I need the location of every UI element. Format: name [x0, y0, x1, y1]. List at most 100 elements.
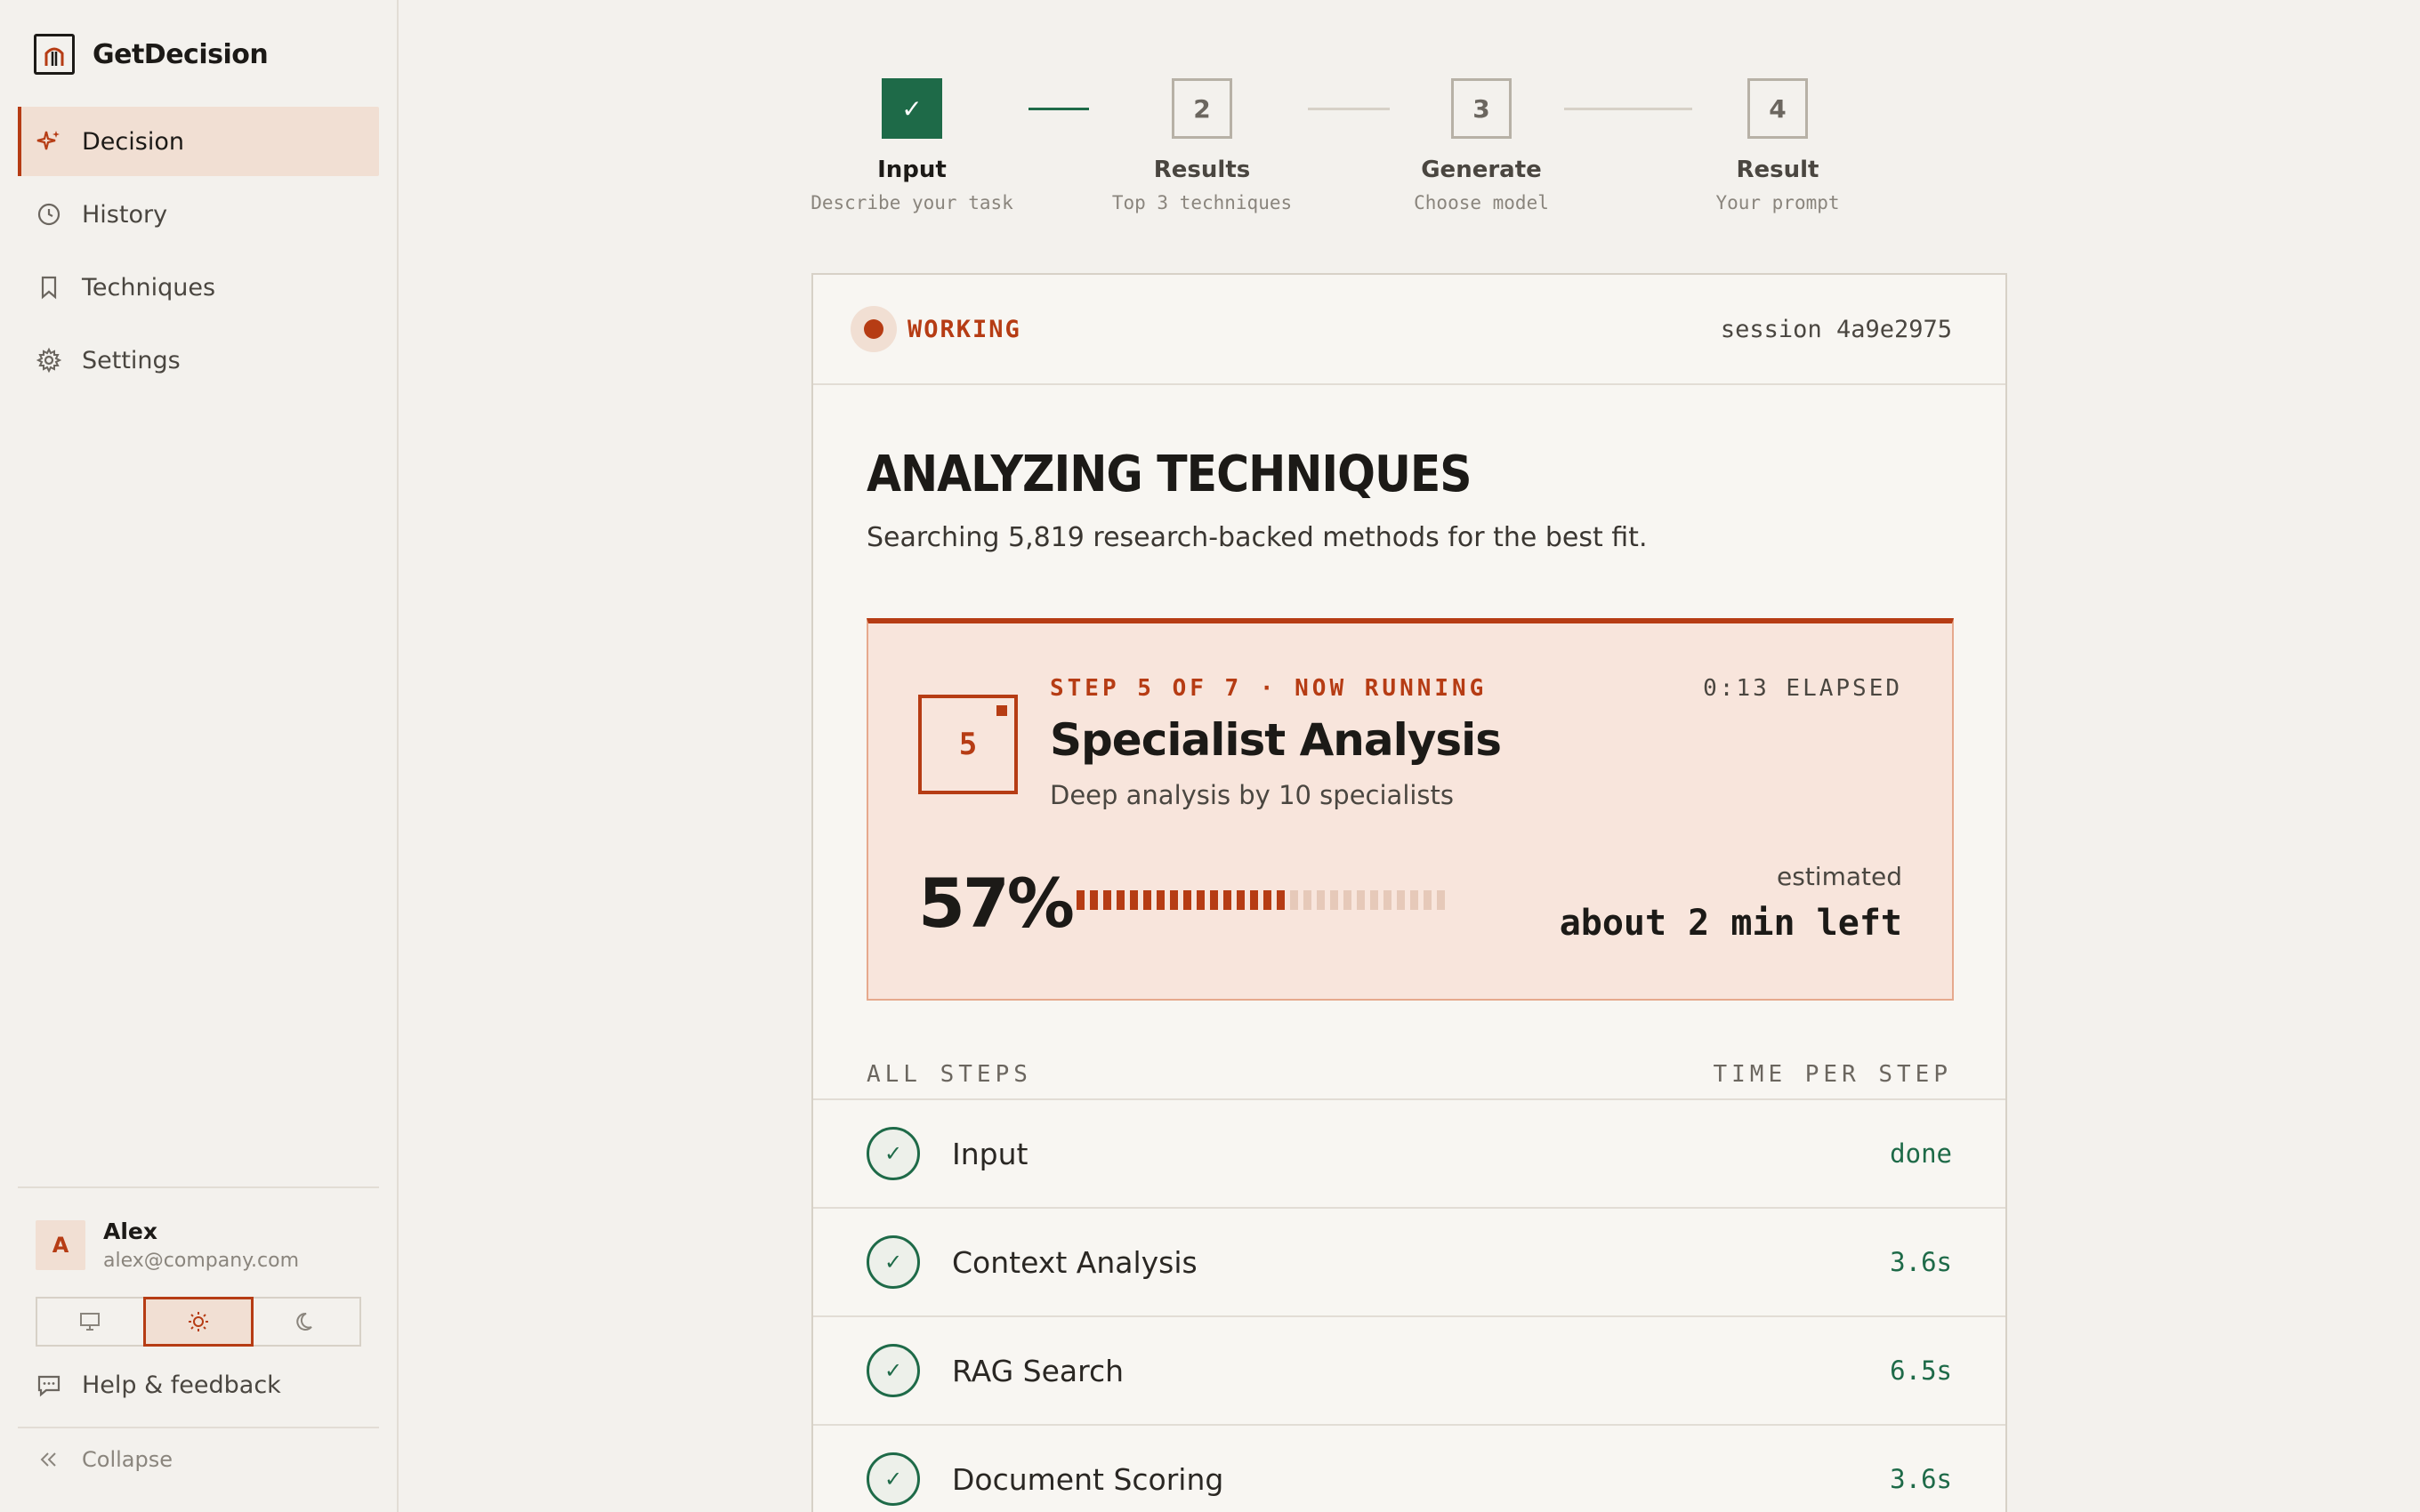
- current-step-number-label: 5: [958, 727, 978, 762]
- sparkle-icon: [36, 128, 62, 155]
- check-icon: ✓: [882, 78, 942, 139]
- sidebar: GetDecision Decision History Techniques …: [0, 0, 399, 1512]
- avatar: A: [36, 1220, 85, 1270]
- page-title: ANALYZING TECHNIQUES: [867, 446, 1472, 503]
- step-subtitle: Describe your task: [811, 192, 1013, 213]
- current-step-eyebrow: STEP 5 OF 7 · NOW RUNNING: [1050, 675, 1488, 702]
- progress-segment: [1357, 890, 1365, 910]
- progress-segment: [1103, 890, 1111, 910]
- progress-segment: [1090, 890, 1098, 910]
- brand[interactable]: GetDecision: [34, 34, 269, 75]
- sidebar-item-decision[interactable]: Decision: [18, 107, 379, 176]
- status-label: WORKING: [908, 315, 1021, 343]
- step-name: Input: [952, 1136, 1028, 1171]
- progress-segment: [1290, 890, 1298, 910]
- progress-segment: [1277, 890, 1285, 910]
- user-name: Alex: [103, 1218, 157, 1244]
- list-item: ✓ Context Analysis 3.6s: [813, 1207, 2005, 1315]
- progress-segment: [1157, 890, 1165, 910]
- progress-segment: [1397, 890, 1405, 910]
- brand-name: GetDecision: [93, 38, 269, 70]
- help-label: Help & feedback: [82, 1371, 281, 1399]
- stepper-step-result[interactable]: 4 Result Your prompt: [1692, 78, 1863, 213]
- stepper-connector: [1564, 108, 1692, 110]
- sidebar-divider: [18, 1186, 379, 1188]
- check-circle-icon: ✓: [867, 1452, 920, 1506]
- progress-segment: [1330, 890, 1338, 910]
- stepper-connector: [1308, 108, 1390, 110]
- user-profile[interactable]: A Alex alex@company.com: [36, 1218, 299, 1272]
- theme-dark-button[interactable]: [254, 1299, 359, 1345]
- theme-switch: [36, 1297, 361, 1347]
- estimate-remaining: about 2 min left: [1559, 903, 1902, 944]
- progress-segment: [1263, 890, 1271, 910]
- elapsed-time: 0:13 ELAPSED: [1703, 675, 1902, 702]
- stepper-connector: [1028, 108, 1089, 110]
- step-number: 3: [1451, 78, 1512, 139]
- steps-list: ✓ Input done ✓ Context Analysis 3.6s ✓ R…: [813, 1098, 2005, 1512]
- progress-segment: [1317, 890, 1325, 910]
- step-time: 3.6s: [1890, 1247, 1952, 1277]
- step-subtitle: Choose model: [1414, 192, 1549, 213]
- theme-light-button[interactable]: [142, 1297, 254, 1347]
- progress-segment: [1143, 890, 1151, 910]
- progress-segment: [1343, 890, 1351, 910]
- sidebar-item-history[interactable]: History: [18, 180, 379, 249]
- step-title: Generate: [1421, 157, 1542, 183]
- progress-segment: [1303, 890, 1311, 910]
- moon-icon: [295, 1312, 312, 1331]
- collapse-label: Collapse: [82, 1447, 173, 1472]
- step-time: 3.6s: [1890, 1464, 1952, 1494]
- check-circle-icon: ✓: [867, 1127, 920, 1180]
- progress-card: WORKING session 4a9e2975 ANALYZING TECHN…: [811, 273, 2007, 1512]
- collapse-button[interactable]: Collapse: [36, 1446, 173, 1473]
- stepper-step-results[interactable]: 2 Results Top 3 techniques: [1096, 78, 1308, 213]
- user-email: alex@company.com: [103, 1250, 299, 1272]
- step-title: Result: [1736, 157, 1819, 183]
- help-feedback-link[interactable]: Help & feedback: [36, 1371, 281, 1399]
- current-step-panel: 5 STEP 5 OF 7 · NOW RUNNING 0:13 ELAPSED…: [867, 618, 1954, 1001]
- sidebar-item-settings[interactable]: Settings: [18, 326, 379, 395]
- stepper-step-input[interactable]: ✓ Input Describe your task: [801, 78, 1023, 213]
- chevrons-left-icon: [36, 1446, 62, 1473]
- bookmark-icon: [36, 274, 62, 301]
- time-per-step-header: TIME PER STEP: [1713, 1061, 1952, 1088]
- stepper-step-generate[interactable]: 3 Generate Choose model: [1390, 78, 1573, 213]
- sidebar-item-label: History: [82, 200, 168, 229]
- step-subtitle: Top 3 techniques: [1111, 192, 1293, 213]
- list-item: ✓ Document Scoring 3.6s: [813, 1424, 2005, 1512]
- current-step-title: Specialist Analysis: [1050, 714, 1502, 766]
- progress-segment: [1237, 890, 1245, 910]
- step-name: Document Scoring: [952, 1461, 1224, 1497]
- progress-segment: [1197, 890, 1205, 910]
- sun-icon: [189, 1312, 208, 1331]
- step-subtitle: Your prompt: [1715, 192, 1840, 213]
- progress-segment: [1370, 890, 1378, 910]
- card-header: WORKING session 4a9e2975: [813, 275, 2005, 385]
- progress-segment: [1424, 890, 1432, 910]
- page-subtitle: Searching 5,819 research-backed methods …: [867, 522, 1648, 553]
- theme-system-button[interactable]: [37, 1299, 143, 1345]
- progress-bar: [1077, 890, 1445, 910]
- gear-icon: [36, 347, 62, 374]
- current-step-number: 5: [918, 695, 1018, 794]
- progress-segment: [1437, 890, 1445, 910]
- monitor-icon: [80, 1313, 101, 1331]
- session-id: session 4a9e2975: [1720, 315, 1952, 343]
- progress-segment: [1383, 890, 1392, 910]
- sidebar-nav: Decision History Techniques Settings: [18, 107, 379, 398]
- sidebar-divider: [18, 1427, 379, 1428]
- list-item: ✓ RAG Search 6.5s: [813, 1315, 2005, 1424]
- step-name: RAG Search: [952, 1353, 1125, 1388]
- chat-icon: [36, 1372, 62, 1399]
- step-number: 2: [1172, 78, 1232, 139]
- list-item: ✓ Input done: [813, 1098, 2005, 1207]
- step-time: 6.5s: [1890, 1355, 1952, 1386]
- progress-percent: 57%: [918, 864, 1075, 943]
- sidebar-item-techniques[interactable]: Techniques: [18, 253, 379, 322]
- progress-segment: [1410, 890, 1418, 910]
- progress-segment: [1223, 890, 1231, 910]
- current-step-description: Deep analysis by 10 specialists: [1050, 780, 1455, 810]
- check-circle-icon: ✓: [867, 1235, 920, 1289]
- progress-segment: [1183, 890, 1191, 910]
